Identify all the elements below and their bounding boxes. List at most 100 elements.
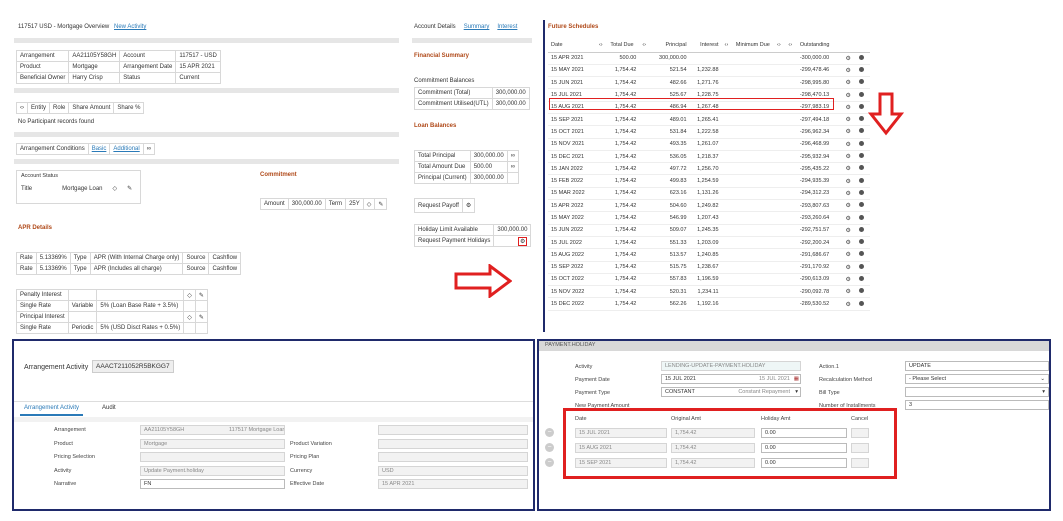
- info-icon[interactable]: [859, 214, 865, 220]
- action-field[interactable]: UPDATE: [905, 361, 1049, 371]
- recalc-select[interactable]: - Please Select ⌄: [905, 374, 1049, 384]
- cancel-checkbox[interactable]: [851, 443, 869, 453]
- cell-empty: [774, 162, 786, 176]
- link-icon[interactable]: ∞: [506, 150, 520, 162]
- tab-basic[interactable]: Basic: [87, 143, 111, 155]
- gear-icon[interactable]: ⚙: [846, 142, 851, 148]
- info-icon[interactable]: [859, 239, 865, 245]
- diamond-icon[interactable]: ◇: [113, 185, 118, 192]
- info-icon[interactable]: [859, 263, 865, 269]
- gear-icon[interactable]: ⚙: [846, 105, 851, 111]
- installments-field[interactable]: 3: [905, 400, 1049, 410]
- edit-icon[interactable]: ✎: [194, 311, 208, 323]
- info-icon[interactable]: [859, 177, 865, 183]
- info-icon[interactable]: [859, 226, 865, 232]
- calendar-icon[interactable]: ▦: [794, 376, 799, 382]
- info-icon[interactable]: [859, 251, 865, 257]
- info-icon[interactable]: [859, 202, 865, 208]
- gear-icon[interactable]: ⚙: [846, 265, 851, 271]
- gear-icon[interactable]: ⚙: [846, 154, 851, 160]
- info-icon[interactable]: [859, 189, 865, 195]
- gear-icon[interactable]: ⚙: [846, 179, 851, 185]
- edit-icon[interactable]: ✎: [374, 198, 388, 210]
- holiday-amt-input[interactable]: 0.00: [761, 458, 847, 468]
- gear-icon[interactable]: ⚙: [846, 166, 851, 172]
- gear-icon[interactable]: ⚙: [846, 93, 851, 99]
- cell-principal: 482.66: [650, 76, 690, 90]
- col-resize-icon[interactable]: ‹›: [785, 38, 797, 53]
- cancel-checkbox[interactable]: [851, 458, 869, 468]
- edit-icon[interactable]: ✎: [127, 185, 132, 192]
- gear-icon[interactable]: ⚙: [846, 68, 851, 74]
- cell-empty: [785, 125, 797, 139]
- diamond-icon[interactable]: ◇: [183, 311, 196, 323]
- remove-row-icon[interactable]: −: [545, 443, 554, 452]
- gear-icon[interactable]: ⚙: [846, 216, 851, 222]
- tab-account-details[interactable]: Account Details: [414, 24, 456, 30]
- info-icon[interactable]: [859, 54, 865, 60]
- gear-icon[interactable]: ⚙: [846, 203, 851, 209]
- link-icon[interactable]: ∞: [506, 161, 520, 173]
- link-icon[interactable]: ∞: [142, 143, 156, 155]
- info-icon[interactable]: [859, 300, 865, 306]
- gear-icon[interactable]: ⚙: [846, 252, 851, 258]
- cell-empty: [732, 248, 775, 262]
- info-icon[interactable]: [859, 103, 865, 109]
- tab-arrangement-activity[interactable]: Arrangement Activity: [20, 402, 84, 416]
- col-resize-icon[interactable]: ‹›: [639, 38, 651, 53]
- gear-icon[interactable]: ⚙: [846, 191, 851, 197]
- gear-icon[interactable]: ⚙: [846, 80, 851, 86]
- gear-icon[interactable]: ⚙: [846, 228, 851, 234]
- edit-icon[interactable]: ✎: [194, 289, 208, 301]
- gear-icon[interactable]: ⚙: [846, 289, 851, 295]
- payment-date-field[interactable]: 15 JUL 2021 15 JUL 2021 ▦: [661, 374, 801, 384]
- cell: Principal Interest: [16, 311, 69, 323]
- col-resize-icon[interactable]: ‹›: [774, 38, 786, 53]
- tab-interest[interactable]: Interest: [497, 24, 517, 30]
- diamond-icon[interactable]: ◇: [362, 198, 376, 210]
- info-icon[interactable]: [859, 128, 865, 134]
- cell-outstanding: -295,932.94: [796, 150, 843, 164]
- info-icon[interactable]: [859, 165, 865, 171]
- tab-audit[interactable]: Audit: [102, 405, 116, 411]
- bill-type-select[interactable]: ▾: [905, 387, 1049, 397]
- cell-principal: 520.31: [650, 285, 690, 299]
- info-icon[interactable]: [859, 91, 865, 97]
- gear-icon[interactable]: ⚙: [846, 117, 851, 123]
- cancel-checkbox[interactable]: [851, 428, 869, 438]
- col-header: Share %: [113, 102, 145, 114]
- col-header: Entity: [26, 102, 51, 114]
- new-activity-link[interactable]: New Activity: [114, 24, 146, 30]
- gear-icon[interactable]: ⚙: [846, 129, 851, 135]
- info-icon[interactable]: [859, 140, 865, 146]
- info-icon[interactable]: [859, 153, 865, 159]
- info-icon[interactable]: [859, 275, 865, 281]
- field-value-extra: 117517 Mortgage Loan: [229, 427, 285, 433]
- gear-icon[interactable]: ⚙: [846, 240, 851, 246]
- diamond-icon[interactable]: ◇: [183, 289, 196, 301]
- info-icon[interactable]: [859, 288, 865, 294]
- holiday-amt-input[interactable]: 0.00: [761, 443, 847, 453]
- cell-outstanding: -300,000.00: [796, 52, 843, 65]
- col-resize-icon[interactable]: ‹›: [595, 38, 608, 53]
- remove-row-icon[interactable]: −: [545, 428, 554, 437]
- info-icon[interactable]: [859, 66, 865, 72]
- payment-type-field[interactable]: CONSTANT Constant Repayment ▾: [661, 387, 801, 397]
- holiday-amt-input[interactable]: 0.00: [761, 428, 847, 438]
- gear-icon[interactable]: ⚙: [846, 277, 851, 283]
- remove-row-icon[interactable]: −: [545, 458, 554, 467]
- info-icon[interactable]: [859, 116, 865, 122]
- cell: 300,000.00: [469, 172, 508, 184]
- info-icon[interactable]: [859, 79, 865, 85]
- tab-summary[interactable]: Summary: [464, 24, 490, 30]
- expand-icon[interactable]: ‹›: [16, 102, 28, 114]
- field-value[interactable]: FN: [140, 479, 285, 490]
- cell-date: 15 MAY 2021: [548, 64, 596, 78]
- gear-icon[interactable]: ⚙: [846, 56, 851, 62]
- col-resize-icon[interactable]: ‹›: [721, 38, 733, 53]
- tab-additional[interactable]: Additional: [109, 143, 144, 155]
- cell-interest: 1,271.76: [689, 76, 722, 90]
- gear-icon[interactable]: ⚙: [846, 302, 851, 308]
- gear-icon[interactable]: ⚙: [518, 236, 528, 246]
- gear-icon[interactable]: ⚙: [461, 198, 476, 213]
